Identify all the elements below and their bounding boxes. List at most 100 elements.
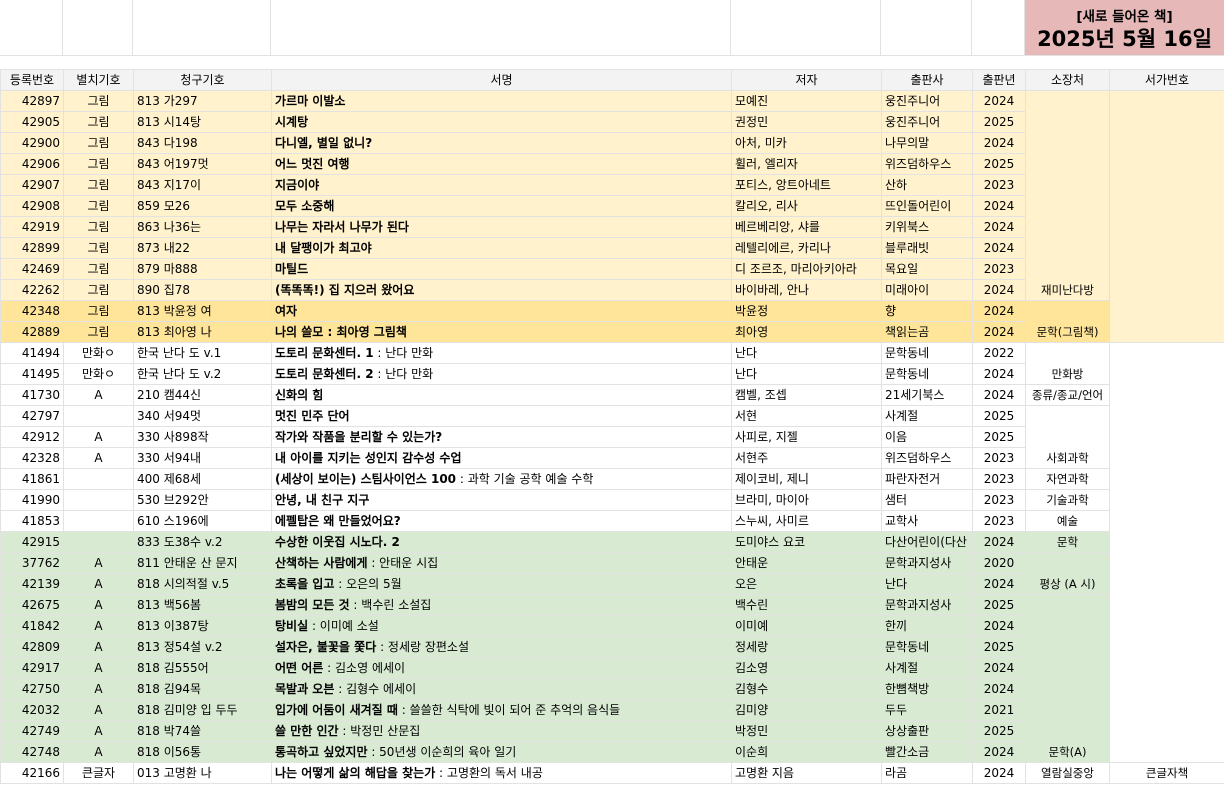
cell-year[interactable]: 2024 xyxy=(972,678,1026,700)
cell-reg-no[interactable]: 37762 xyxy=(0,552,64,574)
table-row[interactable]: 42915 833 도38수 v.2 수상한 이웃집 시노다. 2 도미야스 요코 다산… xyxy=(0,531,1224,553)
cell-author[interactable]: 모예진 xyxy=(731,90,882,112)
cell-title[interactable]: 어떤 어른 : 김소영 에세이 xyxy=(271,657,732,679)
cell-shelf-mark[interactable]: A xyxy=(63,678,134,700)
cell-call-no[interactable]: 818 김555어 xyxy=(133,657,272,679)
cell-author[interactable]: 디 조르조, 마리아키아라 xyxy=(731,258,882,280)
cell-title[interactable]: 내 달팽이가 최고야 xyxy=(271,237,732,259)
cell-author[interactable]: 칼리오, 리사 xyxy=(731,195,882,217)
cell-title[interactable]: 여자 xyxy=(271,300,732,322)
cell-reg-no[interactable]: 41842 xyxy=(0,615,64,637)
cell-author[interactable]: 사피로, 지젤 xyxy=(731,426,882,448)
cell-reg-no[interactable]: 42908 xyxy=(0,195,64,217)
cell-author[interactable]: 서현 xyxy=(731,405,882,427)
cell-call-no[interactable]: 013 고명환 나 xyxy=(133,762,272,784)
cell-author[interactable]: 최아영 xyxy=(731,321,882,343)
cell-call-no[interactable]: 813 백56봄 xyxy=(133,594,272,616)
cell-location[interactable]: 평상 (A 시) xyxy=(1025,552,1110,595)
cell-year[interactable]: 2021 xyxy=(972,699,1026,721)
cell-reg-no[interactable]: 42262 xyxy=(0,279,64,301)
cell-year[interactable]: 2024 xyxy=(972,195,1026,217)
cell-reg-no[interactable]: 42032 xyxy=(0,699,64,721)
top-cell[interactable] xyxy=(972,0,1025,55)
cell-title[interactable]: 산책하는 사람에게 : 안태운 시집 xyxy=(271,552,732,574)
cell-author[interactable]: 안태운 xyxy=(731,552,882,574)
cell-title[interactable]: 모두 소중해 xyxy=(271,195,732,217)
cell-reg-no[interactable]: 42166 xyxy=(0,762,64,784)
cell-year[interactable]: 2024 xyxy=(972,279,1026,301)
cell-year[interactable]: 2025 xyxy=(972,426,1026,448)
cell-shelf-mark[interactable]: A xyxy=(63,594,134,616)
cell-location[interactable]: 문학(그림책) xyxy=(1025,300,1110,343)
cell-year[interactable]: 2024 xyxy=(972,237,1026,259)
cell-publisher[interactable]: 사계절 xyxy=(881,405,973,427)
col-header-title[interactable]: 서명 xyxy=(271,69,732,91)
cell-reg-no[interactable]: 42348 xyxy=(0,300,64,322)
cell-location[interactable]: 문학(A) xyxy=(1025,594,1110,763)
cell-shelf-mark[interactable]: 그림 xyxy=(63,90,134,112)
cell-reg-no[interactable]: 42469 xyxy=(0,258,64,280)
col-header-location[interactable]: 소장처 xyxy=(1025,69,1110,91)
cell-year[interactable]: 2023 xyxy=(972,489,1026,511)
cell-call-no[interactable]: 813 정54설 v.2 xyxy=(133,636,272,658)
cell-shelf-mark[interactable]: 큰글자 xyxy=(63,762,134,784)
table-row[interactable]: 42897 그림 813 가297 가르마 이발소 모예진 웅진주니어 2024 재미난다방 xyxy=(0,90,1224,343)
cell-call-no[interactable]: 818 박74쓸 xyxy=(133,720,272,742)
cell-publisher[interactable]: 산하 xyxy=(881,174,973,196)
cell-title[interactable]: 초록을 입고 : 오은의 5월 xyxy=(271,573,732,595)
cell-year[interactable]: 2025 xyxy=(972,636,1026,658)
cell-author[interactable]: 스누씨, 사미르 xyxy=(731,510,882,532)
cell-year[interactable]: 2025 xyxy=(972,111,1026,133)
cell-publisher[interactable]: 블루래빗 xyxy=(881,237,973,259)
cell-year[interactable]: 2024 xyxy=(972,762,1026,784)
cell-shelf-mark[interactable] xyxy=(63,489,134,511)
cell-year[interactable]: 2024 xyxy=(972,300,1026,322)
cell-year[interactable]: 2024 xyxy=(972,741,1026,763)
cell-publisher[interactable]: 사계절 xyxy=(881,657,973,679)
cell-reg-no[interactable]: 42797 xyxy=(0,405,64,427)
cell-year[interactable]: 2024 xyxy=(972,657,1026,679)
cell-year[interactable]: 2023 xyxy=(972,174,1026,196)
cell-publisher[interactable]: 문학과지성사 xyxy=(881,594,973,616)
cell-reg-no[interactable]: 42917 xyxy=(0,657,64,679)
cell-title[interactable]: 가르마 이발소 xyxy=(271,90,732,112)
cell-author[interactable]: 난다 xyxy=(731,342,882,364)
cell-shelf-mark[interactable]: 그림 xyxy=(63,216,134,238)
cell-publisher[interactable]: 문학동네 xyxy=(881,342,973,364)
cell-location[interactable]: 자연과학 xyxy=(1025,468,1110,490)
cell-publisher[interactable]: 미래아이 xyxy=(881,279,973,301)
cell-title[interactable]: 도토리 문화센터. 1 : 난다 만화 xyxy=(271,342,732,364)
cell-location[interactable]: 기술과학 xyxy=(1025,489,1110,511)
cell-shelf-mark[interactable]: A xyxy=(63,741,134,763)
col-header-publisher[interactable]: 출판사 xyxy=(881,69,973,91)
cell-author[interactable]: 김소영 xyxy=(731,657,882,679)
table-row[interactable]: 42166 큰글자 013 고명환 나 나는 어떻게 삶의 해답을 찾는가 : 고명환… xyxy=(0,762,1224,784)
cell-call-no[interactable]: 843 지17이 xyxy=(133,174,272,196)
cell-reg-no[interactable]: 42675 xyxy=(0,594,64,616)
cell-year[interactable]: 2025 xyxy=(972,594,1026,616)
cell-author[interactable]: 휠러, 엘리자 xyxy=(731,153,882,175)
cell-title[interactable]: 통곡하고 싶었지만 : 50년생 이순희의 육아 일기 xyxy=(271,741,732,763)
cell-reg-no[interactable]: 41494 xyxy=(0,342,64,364)
cell-shelf-mark[interactable]: A xyxy=(63,552,134,574)
cell-call-no[interactable]: 340 서94멋 xyxy=(133,405,272,427)
col-header-shelf-no[interactable]: 서가번호 xyxy=(1109,69,1224,91)
cell-call-no[interactable]: 843 다198 xyxy=(133,132,272,154)
cell-call-no[interactable]: 890 집78 xyxy=(133,279,272,301)
cell-title[interactable]: 목발과 오븐 : 김형수 에세이 xyxy=(271,678,732,700)
table-row[interactable]: 42797 340 서94멋 멋진 민주 단어 서현 사계절 2025 사회과학 xyxy=(0,405,1224,469)
cell-shelf-mark[interactable]: A xyxy=(63,615,134,637)
cell-author[interactable]: 캠벨, 조셉 xyxy=(731,384,882,406)
cell-author[interactable]: 아처, 미카 xyxy=(731,132,882,154)
cell-title[interactable]: 쓸 만한 인간 : 박정민 산문집 xyxy=(271,720,732,742)
table-row[interactable]: 41494 만화ㅇ 한국 난다 도 v.1 도토리 문화센터. 1 : 난다 만화 난다… xyxy=(0,342,1224,763)
cell-shelf-mark[interactable]: A xyxy=(63,657,134,679)
cell-title[interactable]: (똑똑똑!) 집 지으러 왔어요 xyxy=(271,279,732,301)
cell-reg-no[interactable]: 42907 xyxy=(0,174,64,196)
cell-year[interactable]: 2024 xyxy=(972,321,1026,343)
cell-publisher[interactable]: 웅진주니어 xyxy=(881,90,973,112)
cell-author[interactable]: 베르베리앙, 샤를 xyxy=(731,216,882,238)
cell-year[interactable]: 2023 xyxy=(972,510,1026,532)
cell-reg-no[interactable]: 42915 xyxy=(0,531,64,553)
cell-shelf-no[interactable]: 큰글자책 xyxy=(1109,762,1224,784)
